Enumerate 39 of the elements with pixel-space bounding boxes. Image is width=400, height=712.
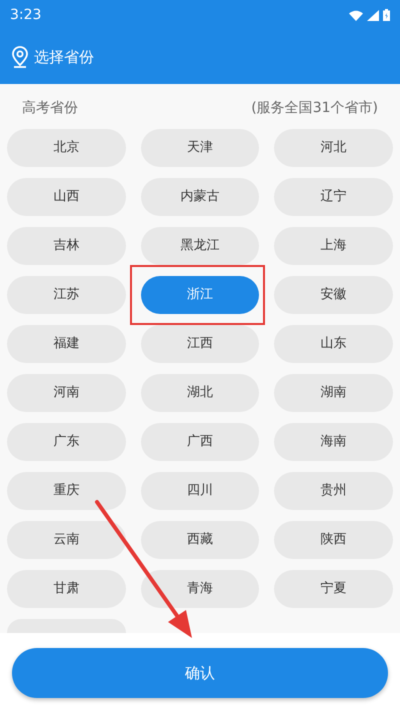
province-button[interactable]: 安徽 (274, 276, 393, 314)
wifi-icon (349, 10, 363, 20)
status-time: 3:23 (10, 6, 42, 24)
province-button[interactable]: 广东 (7, 423, 126, 461)
section-note: (服务全国31个省市) (251, 99, 378, 118)
battery-icon (383, 9, 390, 21)
province-button[interactable]: 北京 (7, 129, 126, 167)
province-button[interactable]: 宁夏 (274, 570, 393, 608)
province-button[interactable]: 湖南 (274, 374, 393, 412)
province-button[interactable]: 辽宁 (274, 178, 393, 216)
province-button[interactable]: 河北 (274, 129, 393, 167)
province-button[interactable]: 上海 (274, 227, 393, 265)
signal-icon (367, 10, 379, 20)
province-button[interactable]: 西藏 (140, 521, 260, 559)
province-button[interactable]: 河南 (7, 374, 126, 412)
province-button[interactable]: 内蒙古 (140, 178, 260, 216)
province-button[interactable]: 四川 (140, 472, 260, 510)
confirm-button[interactable]: 确认 (12, 648, 388, 698)
province-button[interactable]: 陕西 (274, 521, 393, 559)
province-button[interactable]: 云南 (7, 521, 126, 559)
province-button[interactable]: 湖北 (140, 374, 260, 412)
page-title: 选择省份 (34, 46, 94, 68)
province-button[interactable]: 山东 (274, 325, 393, 363)
province-button[interactable]: 贵州 (274, 472, 393, 510)
province-button[interactable]: 福建 (7, 325, 126, 363)
province-button[interactable]: 甘肃 (7, 570, 126, 608)
province-button[interactable]: 江西 (140, 325, 260, 363)
province-button[interactable]: 江苏 (7, 276, 126, 314)
province-button[interactable]: 浙江 (140, 276, 260, 314)
province-button[interactable]: 黑龙江 (140, 227, 260, 265)
province-button[interactable]: 广西 (140, 423, 260, 461)
province-button[interactable]: 山西 (7, 178, 126, 216)
province-button[interactable]: 天津 (140, 129, 260, 167)
province-button[interactable]: 海南 (274, 423, 393, 461)
province-button[interactable]: 重庆 (7, 472, 126, 510)
section-title: 高考省份 (22, 99, 78, 118)
location-pin-icon (10, 46, 30, 68)
province-button[interactable]: 青海 (140, 570, 260, 608)
province-button[interactable]: 吉林 (7, 227, 126, 265)
